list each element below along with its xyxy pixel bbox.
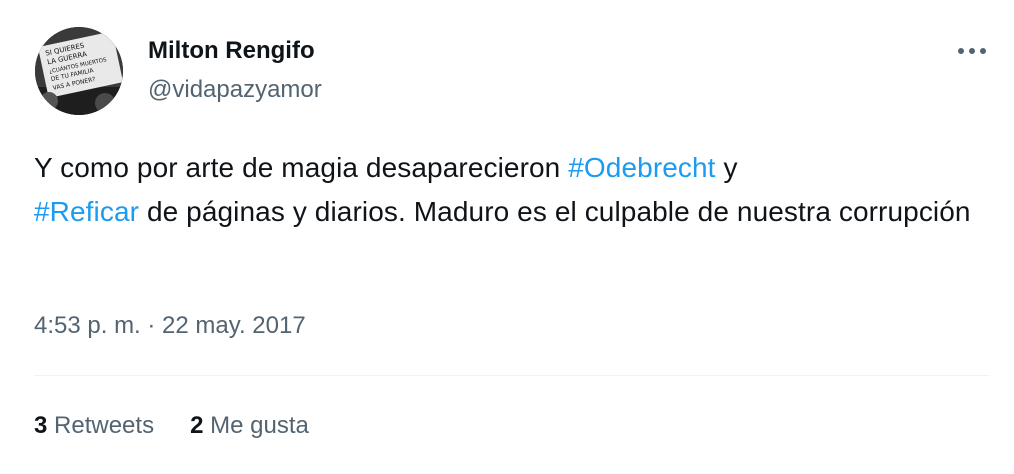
- more-horizontal-icon: [958, 48, 986, 54]
- avatar-photo: SI QUIERES LA GUERRA ¿CUÁNTOS MUERTOS DE…: [35, 27, 123, 115]
- retweets-label: Retweets: [54, 412, 155, 439]
- tweet-text-part-3: de páginas y diarios. Maduro es el culpa…: [139, 196, 971, 227]
- hashtag-odebrecht[interactable]: #Odebrecht: [568, 152, 715, 183]
- likes-count: 2: [190, 412, 204, 439]
- author-name[interactable]: Milton Rengifo: [148, 37, 315, 65]
- retweets-count: 3: [34, 412, 48, 439]
- retweets-stat[interactable]: 3 Retweets: [34, 410, 154, 442]
- tweet-text-part-2: y: [715, 152, 738, 183]
- likes-stat[interactable]: 2 Me gusta: [190, 410, 309, 442]
- more-options-button[interactable]: [954, 36, 990, 66]
- divider: [34, 375, 989, 376]
- author-handle[interactable]: @vidapazyamor: [148, 76, 322, 104]
- tweet-timestamp[interactable]: 4:53 p. m. · 22 may. 2017: [34, 308, 306, 344]
- tweet-text-part-1: Y como por arte de magia desaparecieron: [34, 152, 569, 183]
- avatar[interactable]: SI QUIERES LA GUERRA ¿CUÁNTOS MUERTOS DE…: [35, 27, 123, 115]
- tweet-text: Y como por arte de magia desaparecieron …: [34, 146, 984, 234]
- tweet-stats: 3 Retweets 2 Me gusta: [34, 410, 309, 442]
- likes-label: Me gusta: [210, 412, 309, 439]
- hashtag-reficar[interactable]: #Reficar: [34, 196, 139, 227]
